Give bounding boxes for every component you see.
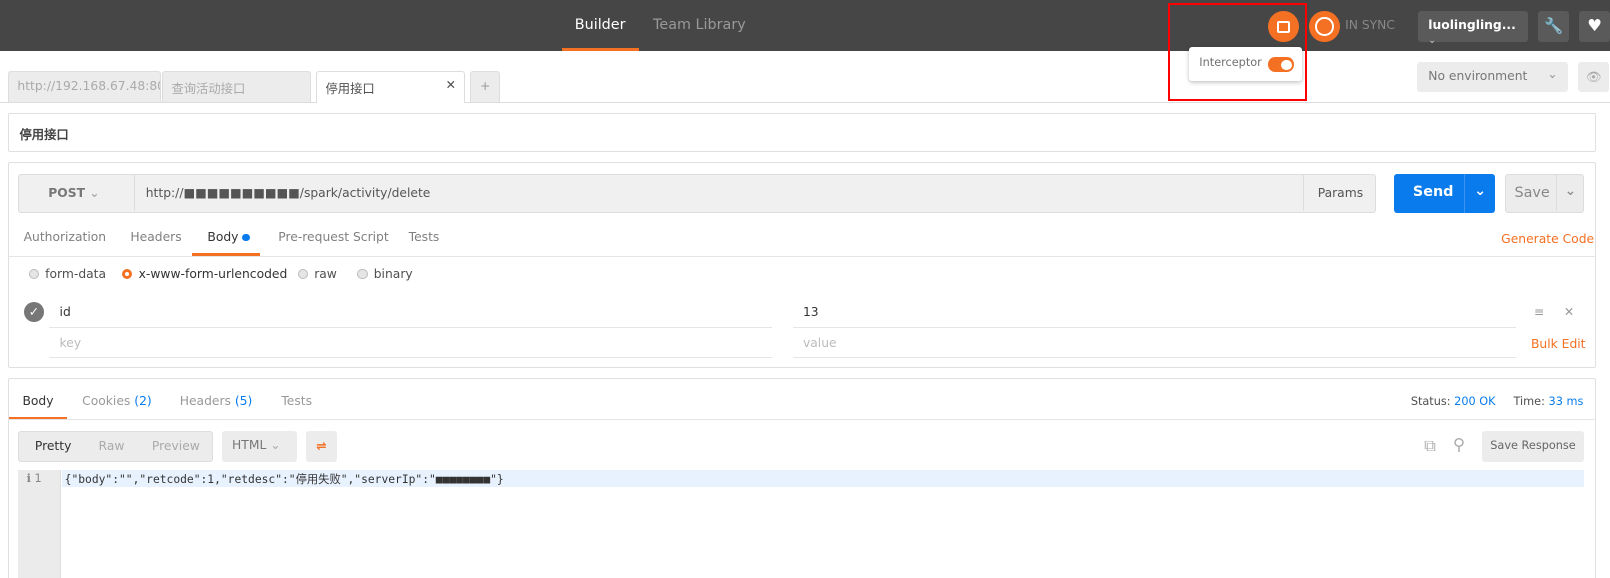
top-bar: Builder Team Library IN SYNC luolingling… — [0, 0, 1610, 52]
delete-icon[interactable]: ✕ — [1564, 305, 1574, 319]
wrench-icon[interactable]: 🔧 — [1538, 11, 1569, 43]
response-code[interactable]: {"body":"","retcode":1,"retdesc":"停用失败",… — [61, 470, 1585, 487]
response-meta: Status: 200 OK Time: 33 ms — [1411, 395, 1584, 408]
response-tab-body[interactable]: Body — [9, 394, 67, 420]
tab-pre-request-script[interactable]: Pre-request Script — [278, 230, 388, 244]
close-icon[interactable]: ✕ — [446, 78, 456, 92]
url-bar: POST ⌄ http://■■■■■■■■■■/spark/activity/… — [18, 173, 1377, 213]
view-mode-group: Pretty Raw Preview — [18, 431, 213, 463]
tab-body[interactable]: Body — [192, 230, 260, 256]
save-dropdown-icon[interactable]: ⌄ — [1555, 174, 1585, 212]
radio-binary[interactable]: binary — [357, 266, 413, 281]
response-tab-cookies[interactable]: Cookies (2) — [82, 394, 152, 408]
nav-team-library[interactable]: Team Library — [653, 0, 746, 51]
divider — [9, 418, 1595, 420]
tab-headers[interactable]: Headers — [130, 230, 181, 244]
response-tab-tests[interactable]: Tests — [281, 394, 312, 408]
format-select[interactable]: HTML ⌄ — [221, 431, 297, 463]
time-label: Time: — [1513, 395, 1545, 409]
headers-count: (5) — [234, 394, 253, 409]
line-gutter: ℹ 1 — [18, 470, 61, 578]
params-button[interactable]: Params — [1302, 174, 1377, 212]
tab-request-2[interactable]: 查询活动接口 — [162, 70, 312, 102]
radio-label: raw — [314, 266, 337, 281]
new-tab-button[interactable]: + — [470, 70, 501, 102]
tab-label: Headers — [179, 394, 231, 409]
wrap-lines-icon[interactable]: ⇌ — [305, 431, 337, 463]
method-label: POST — [48, 185, 85, 200]
username: luolingling... — [1428, 18, 1516, 33]
value-input[interactable]: 13 — [792, 298, 1516, 328]
nav-builder[interactable]: Builder — [561, 0, 639, 52]
response-tab-headers[interactable]: Headers (5) — [180, 394, 253, 408]
radio-label: x-www-form-urlencoded — [138, 266, 288, 281]
tab-label: 停用接口 — [325, 82, 375, 97]
tab-body-label: Body — [207, 230, 239, 244]
send-dropdown-icon[interactable]: ⌄ — [1464, 173, 1495, 213]
sync-status: IN SYNC — [1345, 18, 1395, 33]
cookies-count: (2) — [134, 394, 152, 409]
save-label: Save — [1514, 184, 1550, 201]
view-pretty[interactable]: Pretty — [35, 439, 72, 453]
save-button[interactable]: Save ⌄ — [1505, 173, 1585, 213]
sync-icon[interactable] — [1309, 11, 1340, 43]
time-value: 33 ms — [1548, 395, 1584, 409]
user-dropdown[interactable]: luolingling... ⌄ — [1418, 11, 1528, 46]
tab-request-3[interactable]: 停用接口 ✕ — [316, 70, 466, 103]
environment-select[interactable]: No environment ⌄ — [1416, 61, 1568, 93]
heart-icon[interactable]: ♥ — [1579, 11, 1610, 43]
method-select[interactable]: POST ⌄ — [19, 174, 136, 212]
request-name[interactable]: 停用接口 — [8, 112, 1596, 152]
view-preview[interactable]: Preview — [152, 439, 200, 453]
key-placeholder[interactable]: key — [49, 329, 773, 359]
tab-authorization[interactable]: Authorization — [24, 230, 106, 244]
radio-form-data[interactable]: form-data — [28, 266, 107, 281]
tab-request-1[interactable]: http://192.168.67.48:808 — [8, 70, 162, 102]
divider — [9, 255, 1595, 257]
menu-icon[interactable]: ≡ — [1534, 305, 1544, 319]
format-label: HTML — [232, 438, 267, 453]
send-button[interactable]: Send ⌄ — [1394, 173, 1496, 213]
radio-label: binary — [373, 266, 413, 281]
highlight-box — [1168, 3, 1308, 101]
status-value: 200 OK — [1454, 395, 1496, 409]
search-icon[interactable]: ⚲ — [1453, 435, 1465, 454]
line-number: ℹ 1 — [26, 472, 42, 486]
url-input[interactable]: http://■■■■■■■■■■/spark/activity/delete — [146, 186, 431, 200]
send-label: Send — [1412, 183, 1454, 200]
status-label: Status: — [1410, 395, 1451, 409]
value-placeholder[interactable]: value — [792, 329, 1516, 359]
radio-raw[interactable]: raw — [297, 266, 337, 281]
tab-tests[interactable]: Tests — [409, 230, 440, 244]
tab-label: Cookies — [82, 394, 131, 409]
key-input[interactable]: id — [49, 298, 773, 328]
bulk-edit-link[interactable]: Bulk Edit — [1531, 337, 1586, 351]
copy-icon[interactable]: ⧉ — [1424, 436, 1436, 456]
eye-icon[interactable]: 👁 — [1578, 61, 1609, 93]
dot-indicator — [242, 233, 250, 241]
tabs-divider — [0, 101, 1610, 103]
radio-urlencoded[interactable]: x-www-form-urlencoded — [122, 267, 287, 281]
generate-code-link[interactable]: Generate Code — [1501, 232, 1594, 246]
environment-label: No environment — [1428, 68, 1528, 83]
radio-label: form-data — [45, 266, 107, 281]
view-raw[interactable]: Raw — [99, 439, 125, 453]
save-response-button[interactable]: Save Response — [1481, 431, 1585, 463]
